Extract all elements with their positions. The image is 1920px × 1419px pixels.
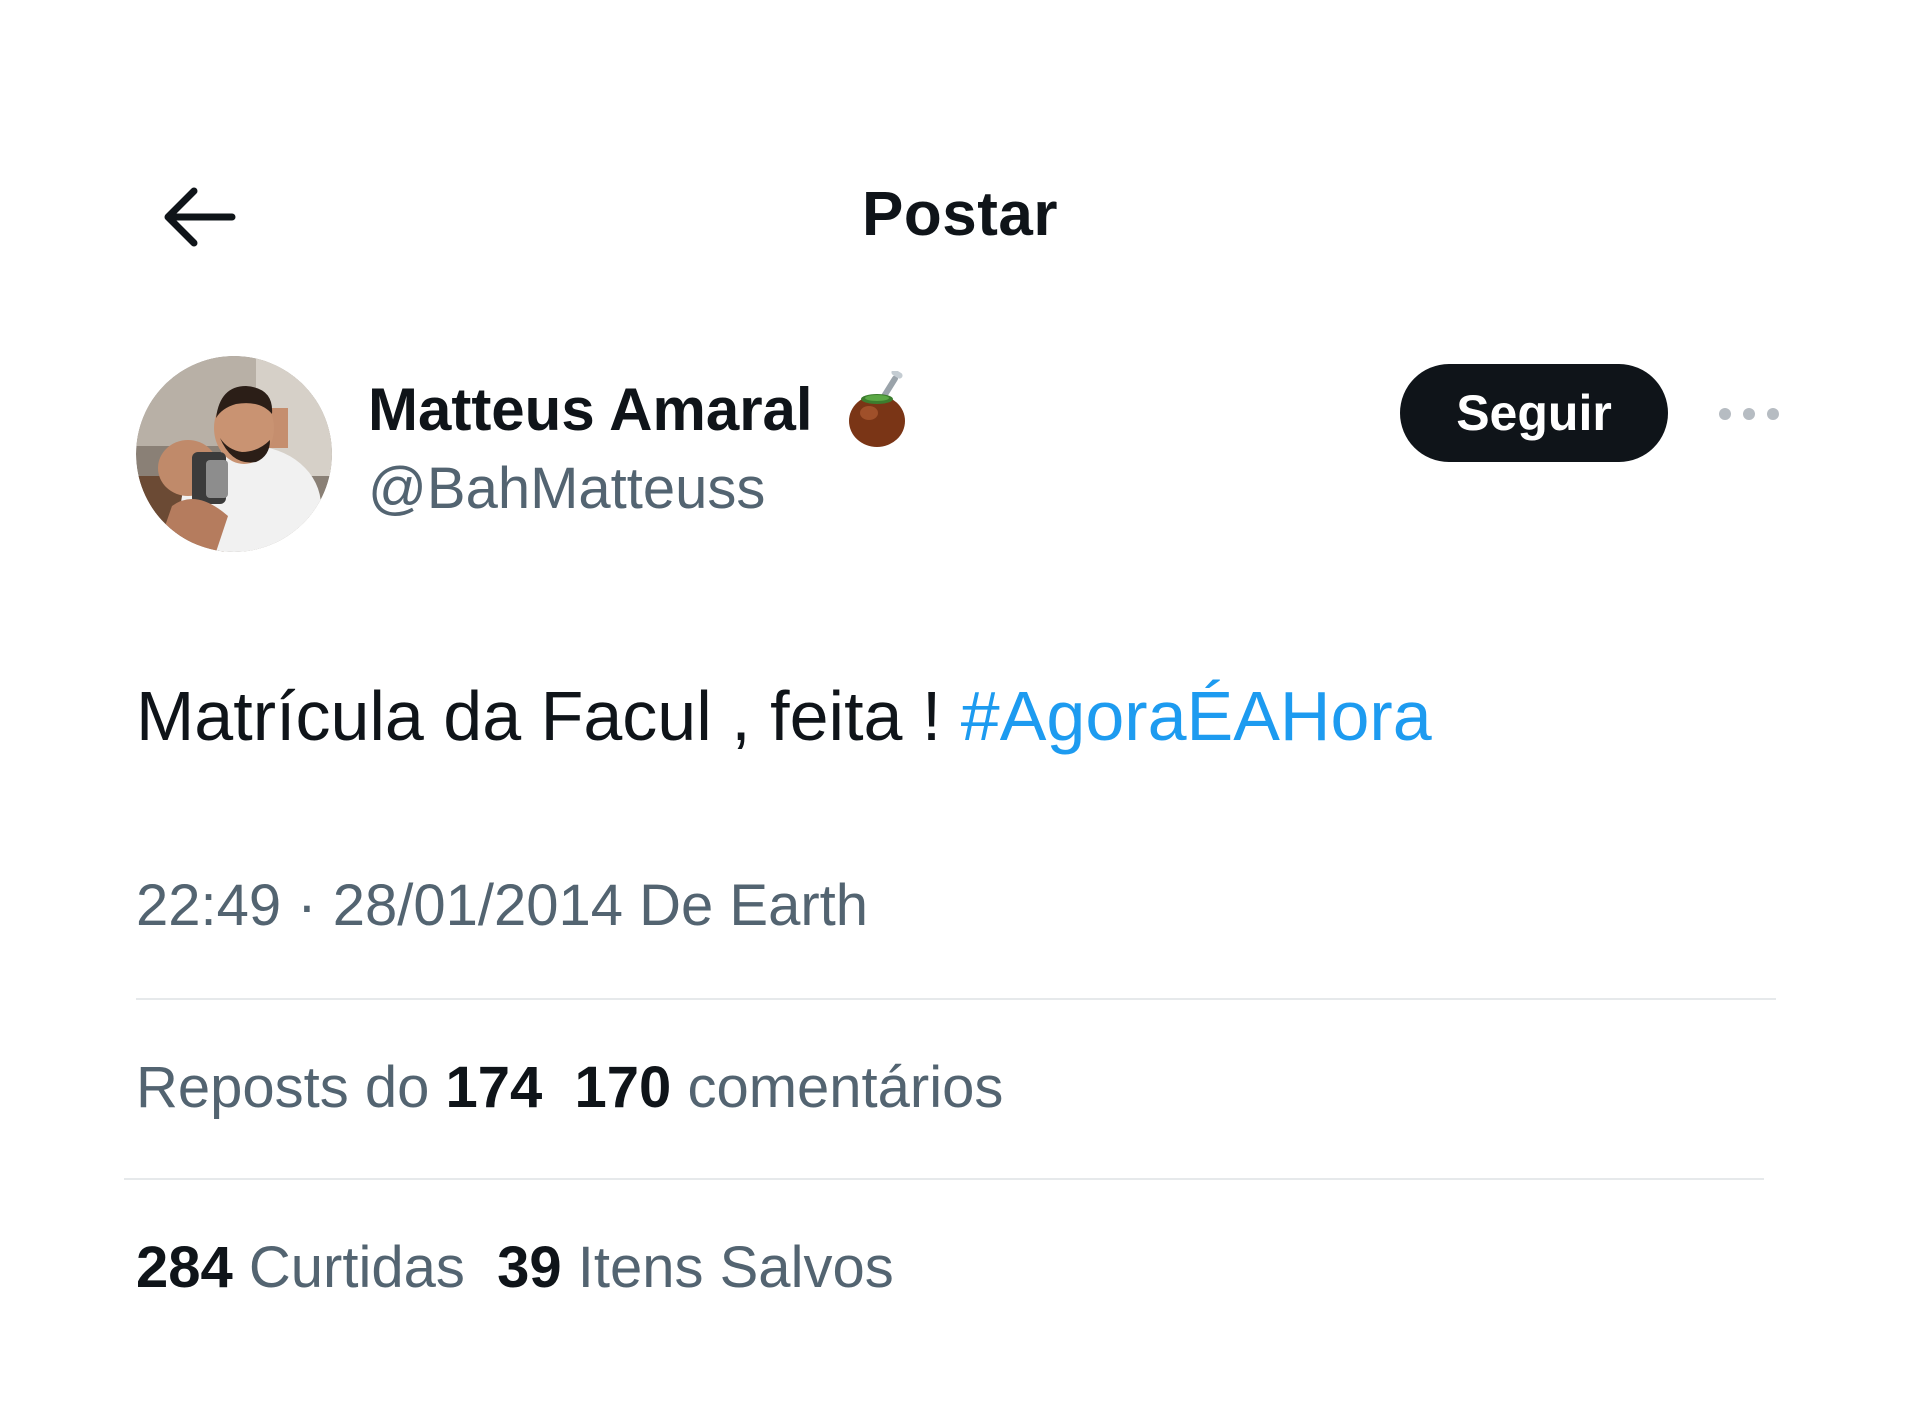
- likes-count: 284: [136, 1235, 233, 1300]
- post-text: Matrícula da Facul , feita ! #AgoraÉAHor…: [136, 672, 1776, 760]
- user-handle[interactable]: @BahMatteuss: [368, 452, 913, 526]
- reposts-label: Reposts do: [136, 1055, 430, 1120]
- engagement-row-1: Reposts do 174 170 comentários: [136, 1050, 1003, 1126]
- author-row: Matteus Amaral @BahMatteuss Seguir: [136, 356, 1786, 556]
- comments-count: 170: [574, 1055, 672, 1120]
- divider: [124, 1178, 1764, 1180]
- saves-count: 39: [497, 1235, 562, 1300]
- reposts-stat[interactable]: Reposts do 174: [136, 1055, 542, 1120]
- comments-label: comentários: [687, 1055, 1004, 1120]
- hashtag-link[interactable]: #AgoraÉAHora: [961, 677, 1432, 755]
- post-time[interactable]: 22:49: [136, 873, 281, 938]
- follow-button[interactable]: Seguir: [1400, 364, 1668, 462]
- saves-label: Itens Salvos: [577, 1235, 894, 1300]
- engagement-row-2: 284 Curtidas 39 Itens Salvos: [136, 1230, 894, 1306]
- more-dots-icon: [1719, 408, 1779, 420]
- comments-stat[interactable]: 170 comentários: [575, 1055, 1004, 1120]
- likes-label: Curtidas: [248, 1235, 465, 1300]
- likes-stat[interactable]: 284 Curtidas: [136, 1235, 465, 1300]
- more-options-button[interactable]: [1706, 394, 1792, 434]
- divider: [136, 998, 1776, 1000]
- avatar[interactable]: [136, 356, 332, 552]
- reposts-count: 174: [445, 1055, 543, 1120]
- top-bar: Postar: [0, 160, 1920, 270]
- author-info: Matteus Amaral @BahMatteuss: [368, 371, 913, 526]
- post-body: Matrícula da Facul , feita !: [136, 677, 961, 755]
- post-source: De Earth: [639, 873, 869, 938]
- post-page: Postar Matteus Amaral @BahMatteuss Segui…: [0, 0, 1920, 1419]
- page-title: Postar: [862, 180, 1058, 249]
- display-name-row: Matteus Amaral: [368, 371, 913, 448]
- post-meta: 22:49 · 28/01/2014 De Earth: [136, 868, 868, 944]
- display-name[interactable]: Matteus Amaral: [368, 372, 813, 448]
- meta-separator: ·: [297, 873, 317, 938]
- post-date[interactable]: 28/01/2014: [333, 873, 623, 938]
- saves-stat[interactable]: 39 Itens Salvos: [497, 1235, 894, 1300]
- chimarrao-gourd-icon: [848, 371, 905, 447]
